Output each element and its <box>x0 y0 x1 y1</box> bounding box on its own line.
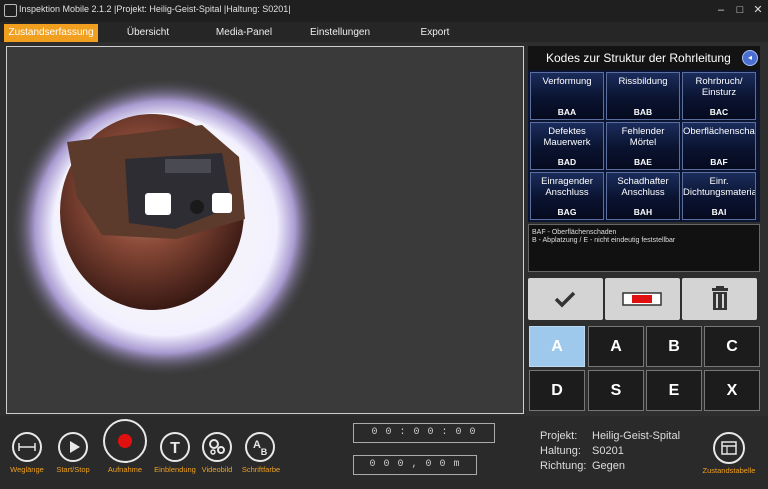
record-button[interactable] <box>103 419 147 463</box>
play-icon <box>70 441 80 453</box>
panel-back-icon[interactable]: ◂ <box>742 50 758 66</box>
text-overlay-icon: T <box>170 440 180 457</box>
svg-text:T: T <box>170 440 180 457</box>
distance-counter: 0 0 0 , 0 0 m <box>353 455 477 475</box>
code-id: BAI <box>711 207 727 217</box>
richtung-value: Gegen <box>592 460 626 472</box>
code-button-bac[interactable]: Rohrbruch/ Einsturz BAC <box>682 72 756 120</box>
tab-zustandserfassung[interactable]: Zustandserfassung <box>4 24 98 42</box>
code-button-bah[interactable]: Schadhafter Anschluss BAH <box>606 172 680 220</box>
weglaenge-button[interactable] <box>12 432 42 462</box>
code-id: BAF <box>710 157 728 167</box>
code-name: Fehlender Mörtel <box>621 126 665 148</box>
code-id: BAC <box>709 107 729 117</box>
code-description: BAF - Oberflächenschaden B - Abplatzung … <box>528 224 760 272</box>
code-name: Verformung <box>542 76 592 87</box>
window-title: Inspektion Mobile 2.1.2 |Projekt: Heilig… <box>19 4 291 14</box>
confirm-button[interactable] <box>528 278 603 320</box>
code-id: BAE <box>634 157 652 167</box>
code-button-baf[interactable]: Oberflächenschad BAF <box>682 122 756 170</box>
checkmark-icon <box>554 291 576 308</box>
code-id: BAB <box>633 107 653 117</box>
minimize-icon[interactable]: – <box>714 3 728 17</box>
richtung-info: Richtung: Gegen <box>540 460 625 472</box>
code-button-bab[interactable]: Rissbildung BAB <box>606 72 680 120</box>
record-marker-button[interactable] <box>605 278 680 320</box>
schriftfarbe-button[interactable]: A B <box>245 432 275 462</box>
delete-button[interactable] <box>682 278 757 320</box>
code-grid: Verformung BAA Rissbildung BAB Rohrbruch… <box>528 70 760 222</box>
codes-panel-title: Kodes zur Struktur der Rohrleitung <box>546 51 731 65</box>
table-icon <box>721 441 737 455</box>
font-color-icon: A B <box>253 439 268 457</box>
description-line-2: B - Abplatzung / E - nicht eindeutig fes… <box>532 237 676 244</box>
haltung-label: Haltung: <box>540 445 581 457</box>
code-button-baa[interactable]: Verformung BAA <box>530 72 604 120</box>
code-id: BAD <box>557 157 577 167</box>
code-name: Schadhafter Anschluss <box>617 176 669 198</box>
code-id: BAG <box>557 207 577 217</box>
record-icon <box>118 434 132 448</box>
haltung-value: S0201 <box>592 445 624 457</box>
tab-bar: Zustandserfassung Übersicht Media-Panel … <box>0 22 768 42</box>
time-counter: 0 0 : 0 0 : 0 0 <box>353 423 495 443</box>
trash-icon <box>712 286 728 310</box>
gears-icon <box>209 439 225 455</box>
close-icon[interactable]: ✕ <box>751 3 765 17</box>
tab-uebersicht[interactable]: Übersicht <box>108 24 188 42</box>
code-name: Einragender Anschluss <box>541 176 593 198</box>
aufnahme-label: Aufnahme <box>107 465 143 474</box>
description-line-1: BAF - Oberflächenschaden <box>532 229 617 236</box>
video-view[interactable] <box>6 46 524 414</box>
key-x[interactable]: X <box>704 370 760 411</box>
einblendung-button[interactable]: T <box>160 432 190 462</box>
tab-media-panel[interactable]: Media-Panel <box>200 24 288 42</box>
code-button-bag[interactable]: Einragender Anschluss BAG <box>530 172 604 220</box>
codes-panel-header: Kodes zur Struktur der Rohrleitung <box>528 46 760 70</box>
code-name: Rissbildung <box>618 76 668 87</box>
pipe-camera-image <box>10 77 320 377</box>
code-name: Einr. Dichtungsmateria <box>683 176 755 198</box>
tab-einstellungen[interactable]: Einstellungen <box>296 24 384 42</box>
zustandstabelle-label: Zustandstabelle <box>702 466 756 475</box>
code-button-bae[interactable]: Fehlender Mörtel BAE <box>606 122 680 170</box>
key-a-selected[interactable]: A <box>529 326 585 367</box>
key-c[interactable]: C <box>704 326 760 367</box>
weglaenge-label: Weglänge <box>10 465 44 474</box>
videobild-label: Videobild <box>201 465 233 474</box>
code-name: Rohrbruch/ Einsturz <box>695 76 743 98</box>
title-bar: Inspektion Mobile 2.1.2 |Projekt: Heilig… <box>0 0 768 22</box>
key-d[interactable]: D <box>529 370 585 411</box>
code-name: Oberflächenschad <box>683 126 755 137</box>
zustandstabelle-button[interactable] <box>713 432 745 464</box>
projekt-label: Projekt: <box>540 430 578 442</box>
projekt-value: Heilig-Geist-Spital <box>592 430 681 442</box>
svg-text:B: B <box>261 447 268 457</box>
distance-icon <box>18 443 36 451</box>
key-s[interactable]: S <box>588 370 644 411</box>
projekt-info: Projekt: Heilig-Geist-Spital <box>540 430 680 442</box>
start-stop-button[interactable] <box>58 432 88 462</box>
start-stop-label: Start/Stop <box>56 465 90 474</box>
code-id: BAA <box>557 107 577 117</box>
schriftfarbe-label: Schriftfarbe <box>241 465 281 474</box>
code-id: BAH <box>633 207 653 217</box>
tab-export[interactable]: Export <box>400 24 470 42</box>
videobild-button[interactable] <box>202 432 232 462</box>
maximize-icon[interactable]: □ <box>733 3 747 17</box>
code-name: Defektes Mauerwerk <box>543 126 591 148</box>
code-button-bad[interactable]: Defektes Mauerwerk BAD <box>530 122 604 170</box>
einblendung-label: Einblendung <box>154 465 196 474</box>
code-button-bai[interactable]: Einr. Dichtungsmateria BAI <box>682 172 756 220</box>
richtung-label: Richtung: <box>540 460 587 472</box>
key-e[interactable]: E <box>646 370 702 411</box>
key-a[interactable]: A <box>588 326 644 367</box>
key-b[interactable]: B <box>646 326 702 367</box>
app-icon <box>4 4 17 17</box>
record-bar-icon <box>622 292 662 306</box>
haltung-info: Haltung: S0201 <box>540 445 624 457</box>
